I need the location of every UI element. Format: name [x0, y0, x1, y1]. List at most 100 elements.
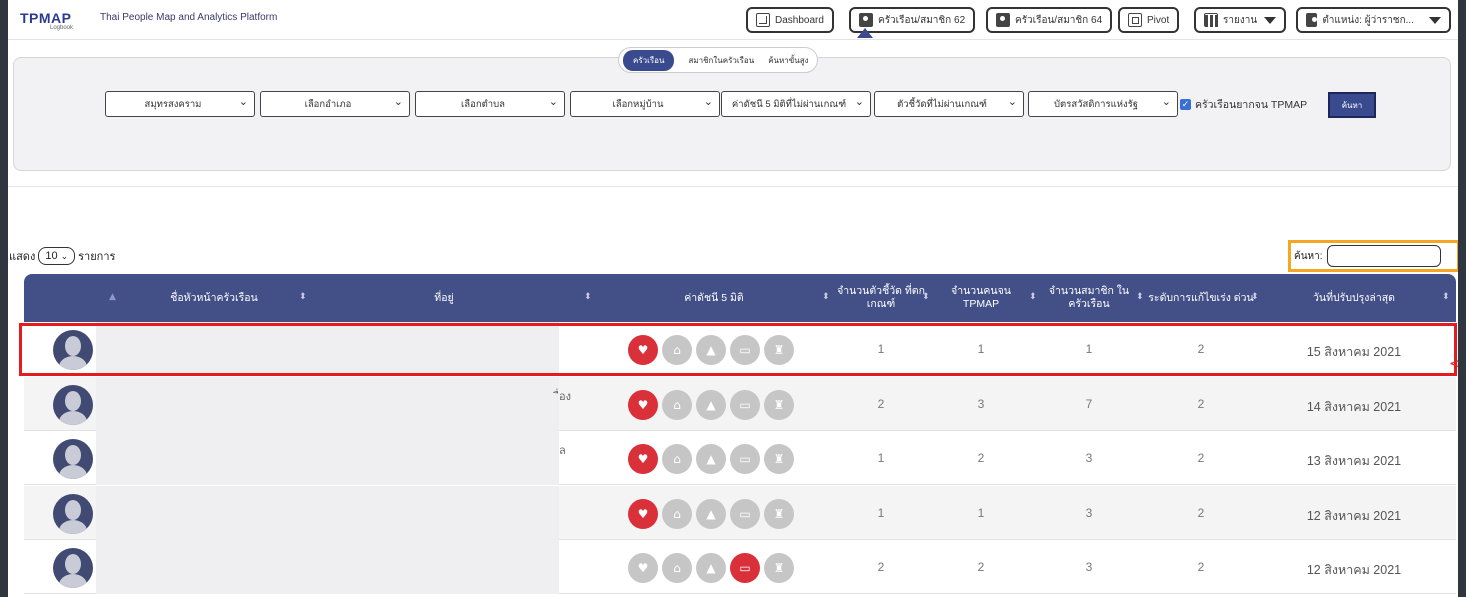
- person-card-icon: [996, 13, 1010, 27]
- health-icon: ♥: [628, 444, 658, 474]
- brand-logo: TPMAP: [20, 10, 72, 26]
- col-urgency-label: ระดับการแก้ไขเร่ง ด่วน: [1148, 291, 1254, 304]
- col-urgency[interactable]: ระดับการแก้ไขเร่ง ด่วน: [1146, 274, 1256, 322]
- dashboard-button[interactable]: Dashboard: [746, 7, 834, 33]
- pivot-label: Pivot: [1147, 14, 1170, 26]
- table-search-highlight: ค้นหา:: [1288, 240, 1458, 272]
- poor-household-label: ครัวเรือนยากจน TPMAP: [1195, 99, 1308, 111]
- sort-asc-icon[interactable]: ▲: [109, 292, 116, 302]
- search-button[interactable]: ค้นหา: [1328, 92, 1376, 118]
- avatar: [53, 493, 93, 534]
- sort-icon[interactable]: ⬍: [1136, 292, 1144, 302]
- tab-household-members[interactable]: สมาชิกในครัวเรือน: [688, 54, 754, 67]
- section-divider: [8, 186, 1458, 187]
- household-64-button[interactable]: ครัวเรือน/สมาชิก 64: [986, 7, 1113, 33]
- updated-date: 14 สิงหาคม 2021: [1306, 399, 1402, 414]
- province-select-value: สมุทรสงคราม: [144, 98, 202, 110]
- redacted-name-address: [96, 485, 559, 540]
- sort-icon[interactable]: ⬍: [822, 292, 830, 302]
- table-row[interactable]: ♥ ⌂ ▲ ▭ ♜ 1 1 3 2 12 สิงหาคม 2021: [24, 485, 1456, 540]
- poor-count-value: 2: [977, 560, 985, 574]
- table-row[interactable]: ♥ ⌂ ▲ ▭ ♜ 2 2 3 2 12 สิงหาคม 2021: [24, 540, 1456, 594]
- home-icon: ⌂: [662, 389, 692, 420]
- table-search-input[interactable]: [1326, 245, 1441, 267]
- poor-count-value: 1: [977, 505, 985, 520]
- brand[interactable]: TPMAP Logbook: [20, 8, 73, 31]
- row-highlight-box: [19, 323, 1457, 376]
- report-label: รายงาน: [1223, 14, 1258, 26]
- household-62-label: ครัวเรือน/สมาชิก 62: [878, 14, 966, 26]
- sort-icon[interactable]: ⬍: [1251, 292, 1259, 302]
- address-fragment: ล: [559, 444, 566, 457]
- subdistrict-select-value: เลือกตำบล: [461, 98, 505, 110]
- person-card-icon: [859, 13, 873, 27]
- table-row[interactable]: ล ♥ ⌂ ▲ ▭ ♜ 1 2 3 2 13 สิงหาคม 2021: [24, 431, 1456, 485]
- indicators-fail-value: 1: [877, 505, 885, 520]
- poor-household-checkbox[interactable]: ✓: [1180, 99, 1191, 110]
- village-select[interactable]: เลือกหมู่บ้าน: [570, 91, 720, 117]
- report-menu-button[interactable]: รายงาน: [1194, 7, 1287, 33]
- education-icon: ▲: [696, 553, 726, 583]
- urgency-value: 2: [1197, 396, 1205, 411]
- avatar: [53, 439, 93, 479]
- col-indicators-fail[interactable]: จำนวนตัวชี้วัด ที่ตกเกณฑ์: [836, 274, 926, 322]
- members-value: 3: [1085, 505, 1093, 520]
- col-indicators-fail-label: จำนวนตัวชี้วัด ที่ตกเกณฑ์: [837, 285, 925, 310]
- col-head-name[interactable]: ชื่อหัวหน้าครัวเรือน: [124, 274, 304, 322]
- poor-household-filter[interactable]: ✓ ครัวเรือนยากจน TPMAP: [1180, 96, 1307, 113]
- index5-select[interactable]: ค่าดัชนี 5 มิติที่ไม่ผ่านเกณฑ์: [721, 91, 871, 117]
- tab-household[interactable]: ครัวเรือน: [623, 49, 675, 71]
- col-address[interactable]: ที่อยู่: [404, 274, 484, 322]
- index5-icons: ♥ ⌂ ▲ ▭ ♜: [628, 389, 794, 420]
- welfare-card-select[interactable]: บัตรสวัสดิการแห่งรัฐ: [1028, 91, 1178, 117]
- money-icon: ▭: [730, 498, 760, 529]
- col-index5-label: ค่าดัชนี 5 มิติ: [684, 291, 744, 304]
- pointer-arrow-icon: <: [1449, 356, 1458, 372]
- money-icon: ▭: [730, 444, 760, 474]
- dashboard-label: Dashboard: [775, 14, 824, 26]
- app-window: TPMAP Logbook Thai People Map and Analyt…: [8, 0, 1458, 597]
- caret-down-icon: [1264, 16, 1277, 24]
- updated-date: 12 สิงหาคม 2021: [1306, 563, 1402, 577]
- province-select[interactable]: สมุทรสงคราม: [105, 91, 255, 117]
- position-menu-button[interactable]: ตำแหน่ง: ผู้ว่าราชก...: [1296, 7, 1451, 33]
- redacted-name-address: [96, 540, 559, 594]
- household-64-label: ครัวเรือน/สมาชิก 64: [1015, 14, 1103, 26]
- col-index5[interactable]: ค่าดัชนี 5 มิติ: [654, 274, 774, 322]
- home-icon: ⌂: [662, 553, 692, 583]
- health-icon: ♥: [628, 389, 658, 420]
- public-service-icon: ♜: [764, 444, 794, 474]
- sort-icon[interactable]: ⬍: [1442, 292, 1450, 302]
- search-button-label: ค้นหา: [1341, 100, 1363, 110]
- col-updated-label: วันที่ปรับปรุงล่าสุด: [1313, 291, 1395, 304]
- index5-icons: ♥ ⌂ ▲ ▭ ♜: [628, 444, 794, 474]
- pivot-button[interactable]: Pivot: [1118, 7, 1180, 33]
- tab-advanced-search[interactable]: ค้นหาขั้นสูง: [768, 54, 808, 67]
- col-poor-count[interactable]: จำนวนคนจน TPMAP: [936, 274, 1026, 322]
- sort-icon[interactable]: ⬍: [922, 292, 930, 302]
- indicators-fail-value: 2: [877, 560, 885, 574]
- platform-name: Thai People Map and Analytics Platform: [100, 12, 278, 23]
- search-tabs: ครัวเรือน สมาชิกในครัวเรือน ค้นหาขั้นสูง: [618, 47, 818, 73]
- page-length-select[interactable]: 10 ⌄: [38, 247, 76, 265]
- col-updated[interactable]: วันที่ปรับปรุงล่าสุด: [1289, 274, 1419, 322]
- public-service-icon: ♜: [764, 553, 794, 583]
- indicator-select-value: ตัวชี้วัดที่ไม่ผ่านเกณฑ์: [897, 98, 987, 110]
- sort-icon[interactable]: ⬍: [1029, 292, 1037, 302]
- urgency-value: 2: [1197, 560, 1205, 574]
- table-row[interactable]: ื่อง ♥ ⌂ ▲ ▭ ♜ 2 3 7 2 14 สิงหาคม 2021: [24, 376, 1456, 431]
- avatar: [53, 548, 93, 588]
- position-label: ตำแหน่ง: ผู้ว่าราชก...: [1322, 14, 1414, 26]
- address-fragment: ื่อง: [559, 389, 571, 403]
- sort-icon[interactable]: ⬍: [299, 292, 307, 302]
- home-icon: ⌂: [662, 444, 692, 474]
- education-icon: ▲: [696, 444, 726, 474]
- col-members[interactable]: จำนวนสมาชิก ในครัวเรือน: [1044, 274, 1134, 322]
- members-value: 3: [1085, 560, 1093, 574]
- indicators-fail-value: 2: [877, 396, 885, 411]
- district-select[interactable]: เลือกอำเภอ: [260, 91, 410, 117]
- sort-icon[interactable]: ⬍: [584, 292, 592, 302]
- poor-count-value: 2: [977, 451, 985, 465]
- indicator-select[interactable]: ตัวชี้วัดที่ไม่ผ่านเกณฑ์: [874, 91, 1024, 117]
- subdistrict-select[interactable]: เลือกตำบล: [415, 91, 565, 117]
